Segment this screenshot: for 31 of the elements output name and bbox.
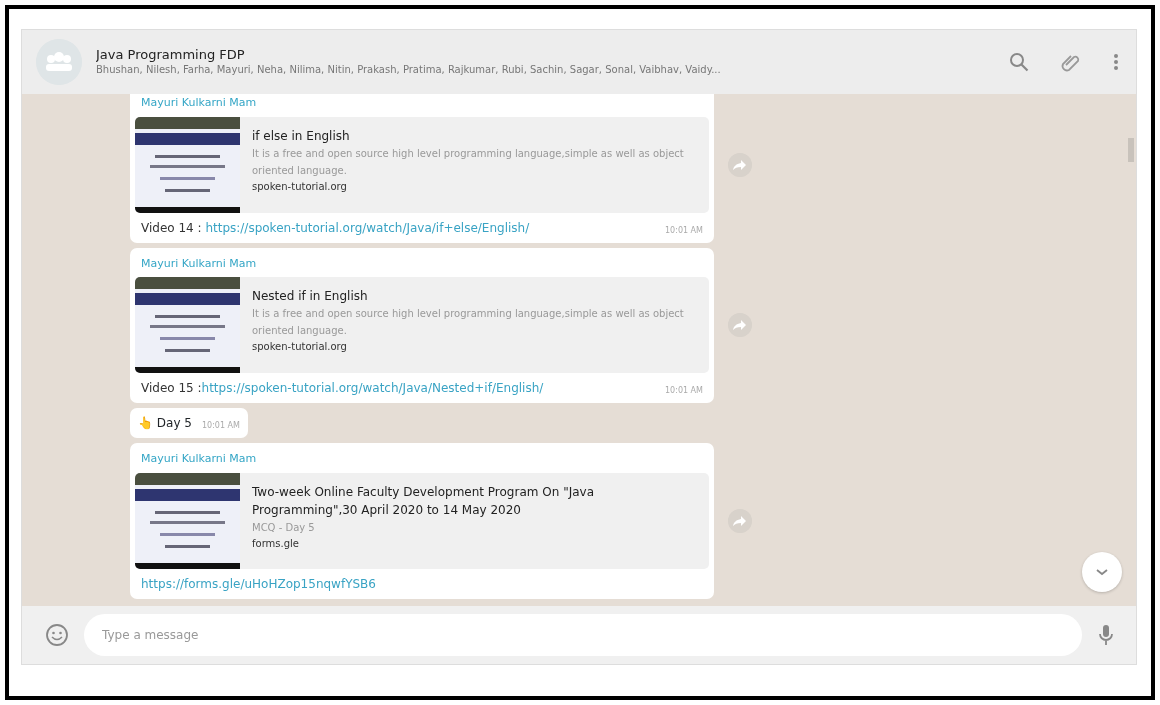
preview-title: Nested if in English: [252, 288, 369, 305]
menu-icon[interactable]: [1112, 51, 1120, 73]
message-time: 10:01 AM: [201, 420, 240, 432]
scroll-down-button[interactable]: [1082, 552, 1122, 592]
group-title: Java Programming FDP: [96, 46, 246, 63]
link-preview[interactable]: if else in English It is a free and open source high level programming language,simple as well as object oriented language. spoken-tutorial.org: [135, 116, 709, 213]
group-members: Bhushan, Nilesh, Farha, Mayuri, Neha, Nilima, Nitin, Prakash, Pratima, Rajkumar, Rubi, Sachin, Sagar, Sonal, Vaibhav, Vaidy...: [96, 63, 722, 78]
message-text: Video 14 :: [141, 220, 203, 235]
preview-title: Two-week Online Faculty Development Program On "Java Programming",30 April 2020 to 14 May 2020: [252, 483, 595, 519]
sender-name: Mayuri Kulkarni Mam: [140, 255, 258, 272]
sender-name: Mayuri Kulkarni Mam: [140, 451, 258, 467]
message-text: 👆 Day 5: [138, 415, 192, 432]
message-text: Video 15 :: [141, 381, 202, 395]
message-time: 10:01 AM: [665, 224, 703, 237]
preview-title: if else in English: [252, 127, 351, 145]
chevron-down-icon: [1095, 567, 1109, 577]
message-time: 10:01 AM: [665, 385, 703, 397]
preview-site: spoken-tutorial.org: [252, 179, 348, 194]
search-icon[interactable]: [1008, 51, 1030, 73]
scrollbar-thumb[interactable]: [1128, 138, 1134, 162]
preview-description: It is a free and open source high level programming language,simple as well as object oriented language.: [252, 146, 685, 178]
sender-name: Mayuri Kulkarni Mam: [140, 95, 258, 111]
preview-description: It is a free and open source high level programming language,simple as well as object oriented language.: [252, 307, 685, 338]
microphone-icon[interactable]: [1096, 622, 1116, 648]
emoji-icon[interactable]: [44, 622, 70, 648]
preview-site: spoken-tutorial.org: [252, 340, 348, 354]
preview-description: MCQ - Day 5: [252, 520, 316, 535]
link-preview[interactable]: Nested if in English It is a free and open source high level programming language,simple as well as object oriented language. spoken-tutorial.org: [135, 277, 709, 373]
link-preview[interactable]: Two-week Online Faculty Development Program On "Java Programming",30 April 2020 to 14 May 2020 MCQ - Day 5 forms.gle: [135, 472, 709, 569]
message-input[interactable]: Type a message: [84, 614, 1082, 656]
preview-site: forms.gle: [252, 536, 300, 551]
